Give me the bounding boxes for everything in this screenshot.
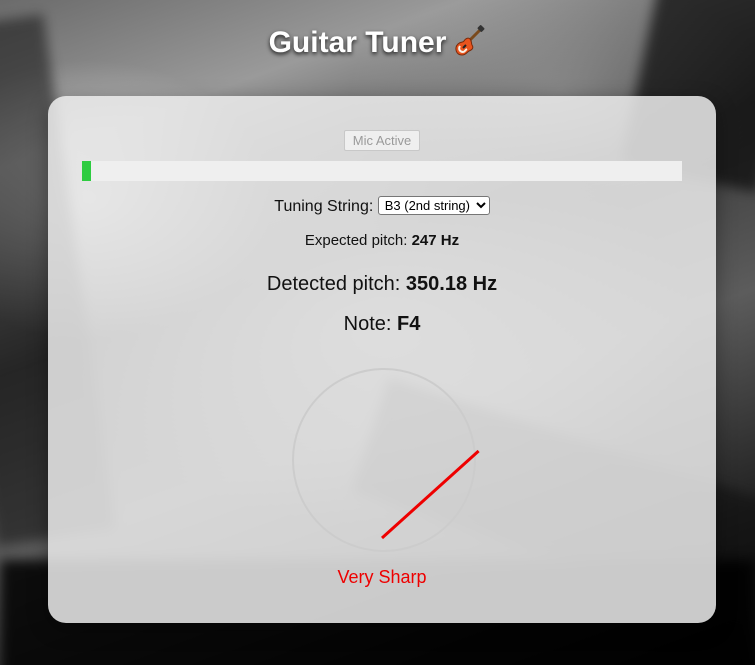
tuning-string-select[interactable]: B3 (2nd string) [377, 196, 490, 215]
gauge-needle [380, 449, 480, 540]
page-title: Guitar Tuner [0, 24, 755, 60]
note-label: Note: [343, 313, 392, 335]
tuning-status-text: Very Sharp [337, 567, 427, 587]
expected-pitch-label: Expected pitch: [304, 232, 408, 249]
detected-pitch-value: 350.18 Hz [405, 273, 498, 295]
mic-active-button[interactable]: Mic Active [344, 130, 420, 151]
tuning-string-row: Tuning String: B3 (2nd string) [48, 196, 716, 216]
note-value: F4 [397, 313, 421, 335]
volume-level-meter [82, 161, 682, 181]
tuning-string-label: Tuning String: [274, 198, 374, 215]
volume-level-fill [82, 161, 91, 181]
electric-guitar-icon [455, 25, 485, 56]
gauge-ring [292, 368, 476, 552]
tuning-gauge [292, 368, 480, 552]
page-title-text: Guitar Tuner [268, 26, 447, 59]
expected-pitch-value: 247 Hz [411, 232, 460, 249]
tuner-card: Mic Active Tuning String: B3 (2nd string… [48, 96, 716, 623]
expected-pitch: Expected pitch: 247 Hz [48, 232, 716, 249]
detected-pitch-label: Detected pitch: [266, 273, 401, 295]
detected-pitch: Detected pitch: 350.18 Hz [48, 273, 716, 296]
detected-note: Note: F4 [48, 313, 716, 336]
